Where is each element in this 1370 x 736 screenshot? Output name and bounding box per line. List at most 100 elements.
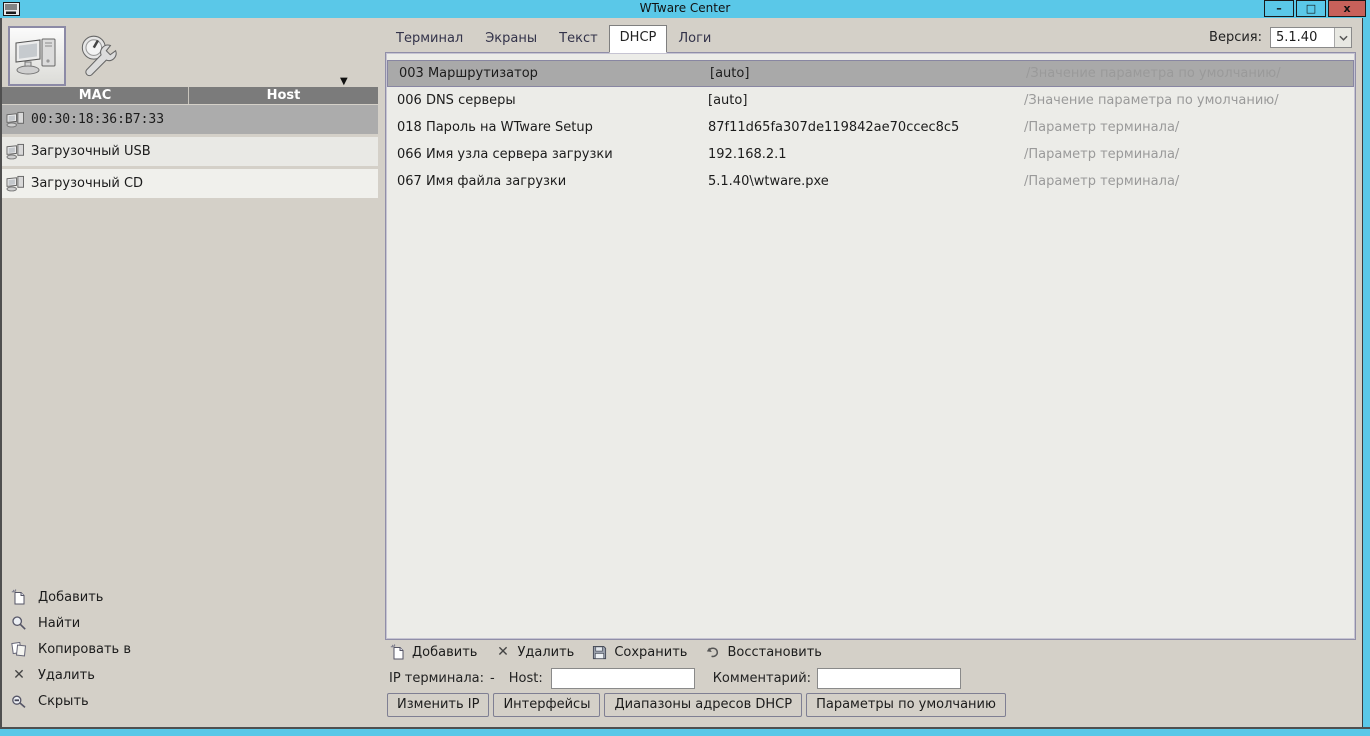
ip-terminal-label: IP терминала: <box>389 671 484 686</box>
dhcp-restore-button[interactable]: Восстановить <box>704 645 822 660</box>
terminal-row[interactable]: 00:30:18:36:B7:33 <box>2 105 378 134</box>
comment-label: Комментарий: <box>713 671 811 686</box>
version-selector: Версия: 5.1.40 <box>1209 27 1352 48</box>
terminal-list-header: MAC Host <box>2 87 378 104</box>
dhcp-options-table: 003 Маршрутизатор [auto] /Значение парам… <box>385 52 1356 640</box>
terminal-icon <box>6 175 25 192</box>
hide-terminal-button[interactable]: Скрыть <box>10 688 131 714</box>
new-document-icon <box>389 644 406 660</box>
terminal-row[interactable]: Загрузочный CD <box>2 169 378 198</box>
main-area: Терминал Экраны Текст DHCP Логи Версия: … <box>385 18 1358 727</box>
tab-terminal[interactable]: Терминал <box>385 27 474 52</box>
option-value: 192.168.2.1 <box>708 141 787 168</box>
search-icon <box>10 615 28 631</box>
sidebar-actions: Добавить Найти Копироват <box>10 584 131 714</box>
terminal-mac: Загрузочный CD <box>31 176 143 191</box>
delete-x-icon: ✕ <box>10 668 28 682</box>
comment-input[interactable] <box>817 668 961 689</box>
find-terminal-button[interactable]: Найти <box>10 610 131 636</box>
terminal-icon <box>6 111 25 128</box>
copy-to-button[interactable]: Копировать в <box>10 636 131 662</box>
delete-x-icon: ✕ <box>494 645 511 659</box>
option-name: 066 Имя узла сервера загрузки <box>397 141 613 168</box>
action-label: Найти <box>38 616 80 631</box>
option-value: 5.1.40\wtware.pxe <box>708 168 829 195</box>
close-button[interactable]: x <box>1328 0 1366 17</box>
toolbar-label: Удалить <box>517 645 574 660</box>
dhcp-option-row[interactable]: 006 DNS серверы [auto] /Значение парамет… <box>386 87 1355 114</box>
change-ip-button[interactable]: Изменить IP <box>387 693 489 717</box>
option-value: [auto] <box>708 87 747 114</box>
tab-screens[interactable]: Экраны <box>474 27 548 52</box>
action-label: Удалить <box>38 668 95 683</box>
dhcp-button-row: Изменить IP Интерфейсы Диапазоны адресов… <box>387 693 1010 717</box>
option-value: [auto] <box>710 61 749 86</box>
minimize-button[interactable]: – <box>1264 0 1294 17</box>
tab-text[interactable]: Текст <box>548 27 609 52</box>
toolbar-label: Сохранить <box>614 645 687 660</box>
column-header-host[interactable]: Host <box>189 87 378 104</box>
dhcp-add-button[interactable]: Добавить <box>389 644 477 660</box>
option-source: /Параметр терминала/ <box>1024 114 1179 141</box>
version-label: Версия: <box>1209 30 1262 45</box>
option-name: 006 DNS серверы <box>397 87 516 114</box>
action-label: Скрыть <box>38 694 89 709</box>
terminal-icon <box>6 143 25 160</box>
hide-icon <box>10 693 28 709</box>
version-combobox[interactable]: 5.1.40 <box>1270 27 1352 48</box>
option-source: /Параметр терминала/ <box>1024 141 1179 168</box>
terminal-list: 00:30:18:36:B7:33 Загрузочный USB <box>2 105 378 201</box>
wtware-center-window: WTware Center – □ x <box>0 0 1370 736</box>
window-controls: – □ x <box>1262 0 1366 17</box>
maximize-button[interactable]: □ <box>1296 0 1326 17</box>
undo-arrow-icon <box>704 645 721 660</box>
dhcp-toolbar: Добавить ✕ Удалить Сохранить <box>389 644 839 660</box>
ip-terminal-value: - <box>490 671 495 686</box>
delete-terminal-button[interactable]: ✕ Удалить <box>10 662 131 688</box>
tab-dhcp[interactable]: DHCP <box>609 25 668 53</box>
dhcp-option-row[interactable]: 018 Пароль на WTware Setup 87f11d65fa307… <box>386 114 1355 141</box>
toolbar-label: Добавить <box>412 645 477 660</box>
new-document-icon <box>10 589 28 605</box>
action-label: Добавить <box>38 590 103 605</box>
option-source: /Значение параметра по умолчанию/ <box>1026 61 1281 86</box>
option-source: /Параметр терминала/ <box>1024 168 1179 195</box>
dhcp-delete-button[interactable]: ✕ Удалить <box>494 645 574 660</box>
option-source: /Значение параметра по умолчанию/ <box>1024 87 1279 114</box>
version-value: 5.1.40 <box>1271 28 1334 47</box>
configurator-button[interactable] <box>72 30 126 84</box>
dhcp-save-button[interactable]: Сохранить <box>591 645 687 660</box>
host-label: Host: <box>509 671 543 686</box>
dhcp-option-row[interactable]: 066 Имя узла сервера загрузки 192.168.2.… <box>386 141 1355 168</box>
chevron-down-icon[interactable] <box>1334 28 1351 47</box>
dhcp-ranges-button[interactable]: Диапазоны адресов DHCP <box>604 693 802 717</box>
sidebar-dropdown-caret-icon[interactable]: ▼ <box>340 76 348 87</box>
option-name: 067 Имя файла загрузки <box>397 168 566 195</box>
toolbar-label: Восстановить <box>727 645 822 660</box>
option-value: 87f11d65fa307de119842ae70ccec8c5 <box>708 114 959 141</box>
host-input[interactable] <box>551 668 695 689</box>
window-frame-right <box>1362 18 1370 736</box>
dhcp-form: IP терминала: - Host: Комментарий: <box>389 668 961 689</box>
tab-logs[interactable]: Логи <box>667 27 722 52</box>
window-frame-bottom <box>0 727 1370 736</box>
default-params-button[interactable]: Параметры по умолчанию <box>806 693 1006 717</box>
action-label: Копировать в <box>38 642 131 657</box>
tools-icon <box>74 32 124 82</box>
terminal-row[interactable]: Загрузочный USB <box>2 137 378 166</box>
column-header-mac[interactable]: MAC <box>2 87 189 104</box>
option-name: 018 Пароль на WTware Setup <box>397 114 593 141</box>
terminal-mac: 00:30:18:36:B7:33 <box>31 112 164 127</box>
save-floppy-icon <box>591 645 608 660</box>
dhcp-option-row[interactable]: 067 Имя файла загрузки 5.1.40\wtware.pxe… <box>386 168 1355 195</box>
interfaces-button[interactable]: Интерфейсы <box>493 693 600 717</box>
option-name: 003 Маршрутизатор <box>399 61 538 86</box>
copy-icon <box>10 641 28 657</box>
terminals-view-button[interactable] <box>8 26 66 86</box>
add-terminal-button[interactable]: Добавить <box>10 584 131 610</box>
title-bar: WTware Center – □ x <box>0 0 1370 18</box>
dhcp-option-row[interactable]: 003 Маршрутизатор [auto] /Значение парам… <box>387 60 1354 87</box>
terminal-sidebar: ▼ MAC Host 00:30:18:36:B7:33 <box>2 18 378 727</box>
computer-icon <box>13 34 61 78</box>
window-title: WTware Center <box>0 1 1370 15</box>
